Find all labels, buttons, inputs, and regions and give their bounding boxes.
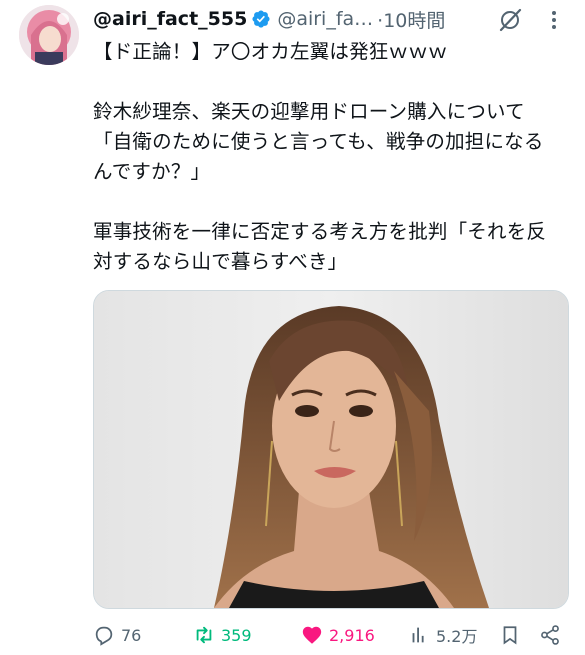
views-icon xyxy=(412,627,424,643)
timestamp[interactable]: ·10時間 xyxy=(377,6,445,33)
display-name[interactable]: @airi_fact_555 xyxy=(93,8,247,30)
repost-icon xyxy=(196,626,212,644)
avatar[interactable] xyxy=(19,5,79,65)
reply-icon xyxy=(95,626,113,646)
bookmark-icon xyxy=(503,626,517,645)
reply-count: 76 xyxy=(121,625,142,645)
post-header: @airi_fact_555 @airi_fa… ·10時間 xyxy=(93,5,445,33)
repost-count: 359 xyxy=(221,625,252,645)
post-text: 【ド正論！】ア〇オカ左翼は発狂ｗｗｗ 鈴木紗理奈、楽天の迎撃用ドローン購入につい… xyxy=(93,40,547,273)
share-icon xyxy=(541,625,559,645)
photo-woman xyxy=(94,291,568,608)
like-button[interactable]: 2,916 xyxy=(301,620,375,650)
post-media-image[interactable] xyxy=(93,290,569,609)
heart-icon xyxy=(302,626,322,644)
like-count: 2,916 xyxy=(329,625,375,645)
verified-badge-icon xyxy=(252,10,270,28)
reply-button[interactable]: 76 xyxy=(93,620,141,650)
handle[interactable]: @airi_fa… xyxy=(277,8,373,30)
repost-button[interactable]: 359 xyxy=(193,620,252,650)
avatar-image xyxy=(19,5,79,65)
bookmark-button[interactable] xyxy=(499,620,521,650)
share-button[interactable] xyxy=(539,620,561,650)
views-button[interactable]: 5.2万 xyxy=(408,620,477,650)
grok-icon[interactable] xyxy=(497,7,523,33)
post-actions: 76 359 2,916 5.2万 xyxy=(93,620,573,650)
more-icon[interactable] xyxy=(543,8,565,32)
views-count: 5.2万 xyxy=(436,627,478,646)
